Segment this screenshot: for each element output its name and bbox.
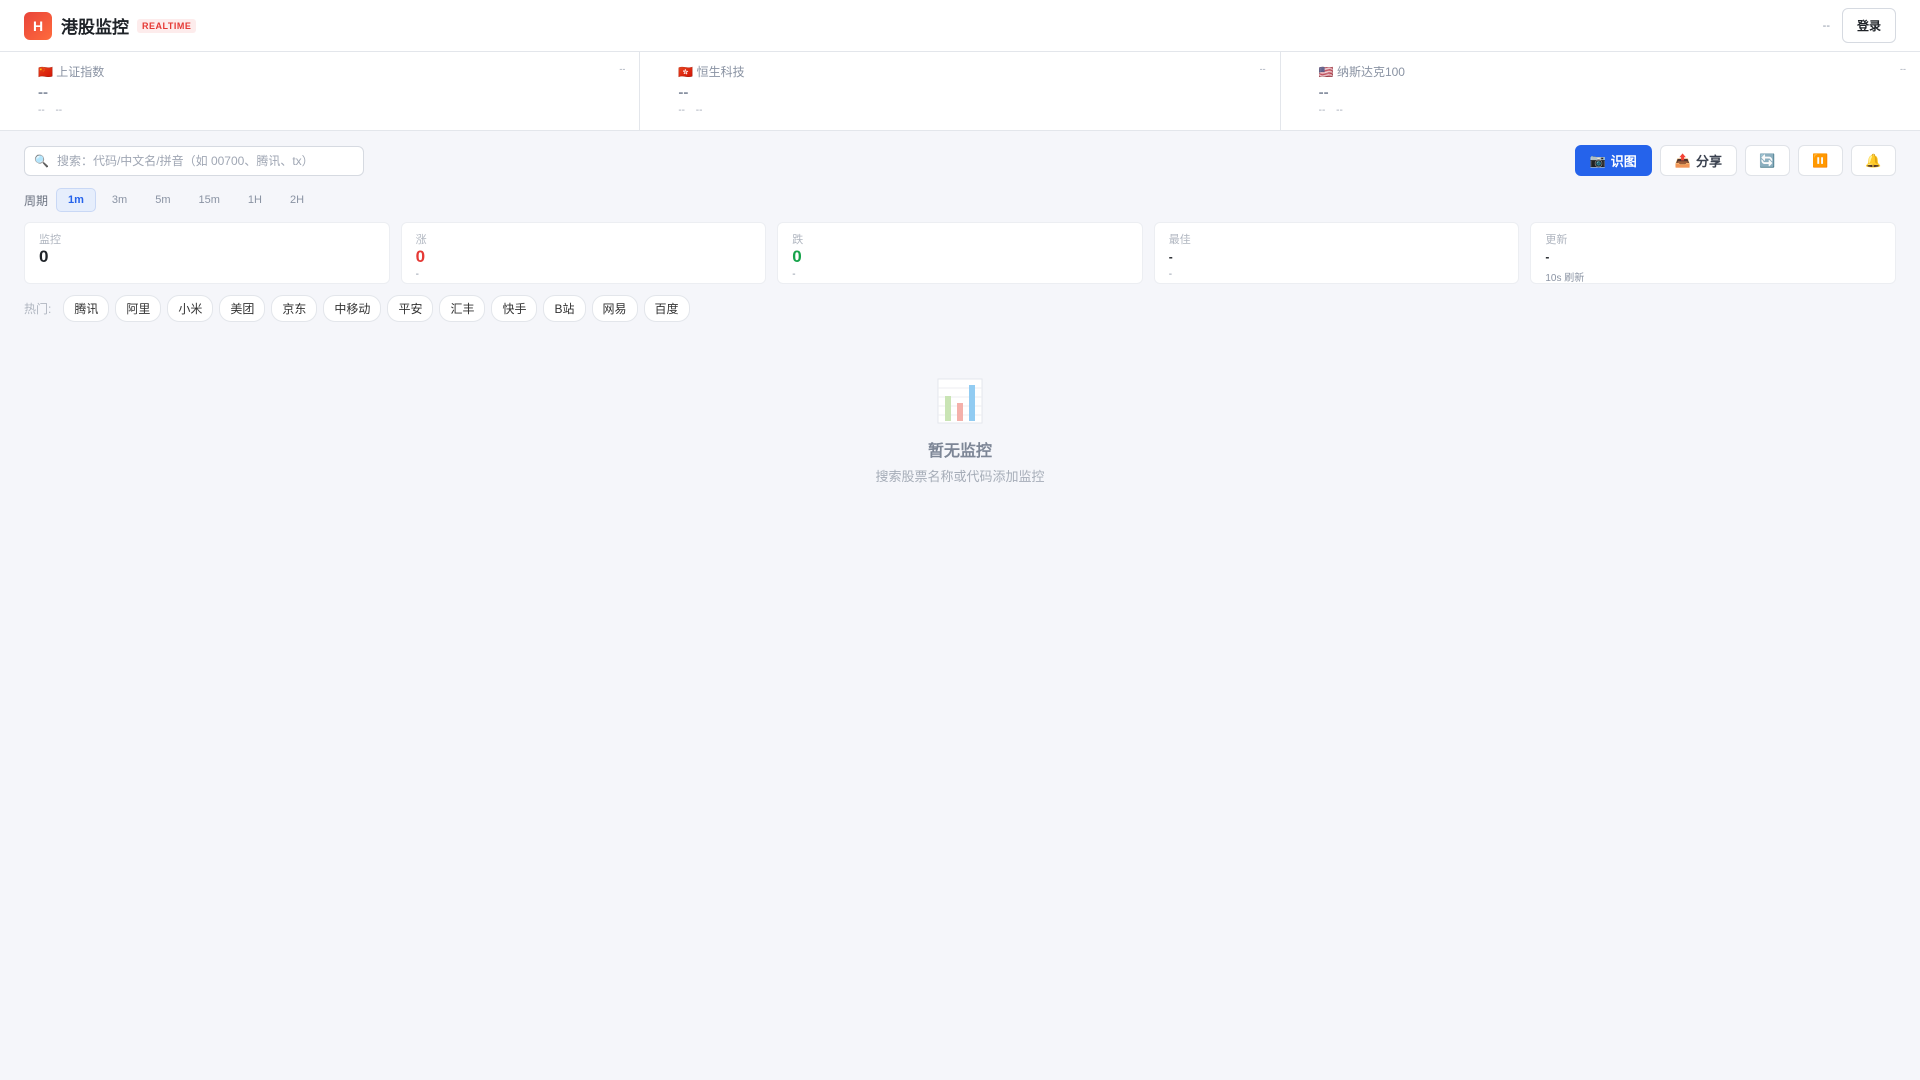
hot-tag-kuaishou[interactable]: 快手 — [491, 295, 538, 322]
stat-label: 更新 — [1545, 234, 1568, 246]
period-label: 周期 — [24, 193, 49, 208]
empty-subtitle: 搜索股票名称或代码添加监控 — [875, 469, 1045, 484]
share-icon: 📤 — [1674, 152, 1691, 168]
search-input[interactable] — [56, 153, 354, 168]
index-card-hstech[interactable]: 🇭🇰 恒生科技 -- -- -- -- — [640, 52, 1281, 130]
index-value: -- — [1318, 84, 1329, 101]
app-title: 港股监控 — [61, 18, 129, 37]
stat-sub: - — [415, 269, 419, 280]
index-pct: -- — [55, 105, 63, 116]
stat-monitoring: 监控 0 — [24, 222, 390, 284]
hot-tag-meituan[interactable]: 美团 — [219, 295, 266, 322]
stat-best: 最佳 - - — [1153, 222, 1520, 284]
stat-sub: 10s 刷新 — [1545, 273, 1585, 284]
hot-tag-jd[interactable]: 京东 — [271, 295, 318, 322]
stat-value: - — [1168, 250, 1173, 264]
period-5m[interactable]: 5m — [143, 188, 182, 212]
connection-status: -- — [1822, 19, 1830, 32]
index-pct: -- — [1336, 105, 1343, 116]
camera-icon: 📷 — [1589, 152, 1606, 168]
index-time: -- — [1259, 64, 1266, 74]
realtime-badge: REALTIME — [137, 18, 197, 33]
app-logo: H — [24, 11, 52, 40]
period-3m[interactable]: 3m — [100, 188, 139, 212]
search-icon: 🔍 — [34, 153, 49, 168]
stat-label: 监控 — [39, 234, 61, 246]
index-value: -- — [678, 84, 689, 101]
alert-button[interactable]: 🔔 — [1851, 145, 1896, 176]
hot-tag-baidu[interactable]: 百度 — [643, 295, 690, 322]
app-header: H 港股监控 REALTIME -- 登录 — [0, 0, 1920, 52]
hot-tag-pingan[interactable]: 平安 — [387, 295, 434, 322]
hot-tag-hsbc[interactable]: 汇丰 — [439, 295, 486, 322]
share-label: 分享 — [1695, 154, 1722, 169]
stat-value: - — [1545, 250, 1550, 264]
empty-state: 暂无监控 搜索股票名称或代码添加监控 — [0, 378, 1920, 485]
stat-up: 涨 0 - — [400, 222, 767, 284]
index-change: -- — [1318, 105, 1326, 116]
period-15m[interactable]: 15m — [186, 188, 231, 212]
index-change: -- — [678, 105, 685, 116]
pause-button[interactable]: ⏸️ — [1798, 145, 1843, 176]
hot-tag-xiaomi[interactable]: 小米 — [167, 295, 214, 322]
refresh-icon: 🔄 — [1759, 152, 1776, 168]
flag-hk-icon: 🇭🇰 — [678, 65, 694, 79]
period-2h[interactable]: 2H — [278, 188, 316, 212]
index-change: -- — [38, 105, 45, 116]
index-time: -- — [1899, 64, 1906, 74]
hot-tag-netease[interactable]: 网易 — [591, 295, 638, 322]
hot-label: 热门: — [24, 302, 52, 316]
pause-icon: ⏸️ — [1812, 152, 1829, 168]
period-selector: 周期 1m 3m 5m 15m 1H 2H — [0, 188, 1920, 212]
stat-value: 0 — [39, 247, 49, 266]
flag-us-icon: 🇺🇸 — [1318, 65, 1334, 79]
hot-stocks: 热门: 腾讯 阿里 小米 美团 京东 中移动 平安 汇丰 快手 B站 网易 百度 — [0, 295, 1920, 322]
stat-updated: 更新 - 10s 刷新 — [1530, 222, 1896, 284]
login-button[interactable]: 登录 — [1841, 8, 1896, 43]
recognize-image-button[interactable]: 📷 识图 — [1574, 145, 1652, 176]
index-name: 纳斯达克100 — [1336, 65, 1405, 79]
bell-icon: 🔔 — [1865, 152, 1882, 168]
empty-title: 暂无监控 — [927, 443, 992, 460]
index-strip: 🇨🇳 上证指数 -- -- -- -- 🇭🇰 恒生科技 -- -- -- -- … — [0, 52, 1920, 131]
refresh-button[interactable]: 🔄 — [1745, 145, 1790, 176]
index-pct: -- — [695, 105, 703, 116]
hot-tag-bilibili[interactable]: B站 — [543, 295, 586, 322]
bar-chart-icon — [937, 378, 983, 424]
flag-cn-icon: 🇨🇳 — [38, 65, 53, 79]
search-box[interactable]: 🔍 — [24, 145, 364, 176]
hot-tag-china-mobile[interactable]: 中移动 — [323, 295, 382, 322]
stat-label: 涨 — [415, 234, 427, 246]
period-1m[interactable]: 1m — [56, 188, 96, 212]
index-name: 恒生科技 — [696, 65, 745, 79]
index-name: 上证指数 — [56, 65, 105, 79]
recognize-label: 识图 — [1610, 154, 1637, 169]
stat-down: 跌 0 - — [777, 222, 1143, 284]
stat-sub: - — [1168, 269, 1173, 280]
share-button[interactable]: 📤 分享 — [1659, 145, 1737, 176]
index-time: -- — [619, 64, 626, 74]
index-card-sse[interactable]: 🇨🇳 上证指数 -- -- -- -- — [0, 52, 641, 130]
stat-label: 跌 — [792, 234, 804, 246]
stat-value: 0 — [792, 247, 802, 266]
stat-value: 0 — [415, 247, 426, 266]
stat-label: 最佳 — [1168, 234, 1191, 246]
hot-tag-tencent[interactable]: 腾讯 — [63, 295, 110, 322]
index-value: -- — [38, 84, 48, 101]
index-card-ndx[interactable]: 🇺🇸 纳斯达克100 -- -- -- -- — [1281, 52, 1920, 130]
stat-sub: - — [792, 269, 796, 280]
period-1h[interactable]: 1H — [236, 188, 274, 212]
hot-tag-alibaba[interactable]: 阿里 — [115, 295, 162, 322]
